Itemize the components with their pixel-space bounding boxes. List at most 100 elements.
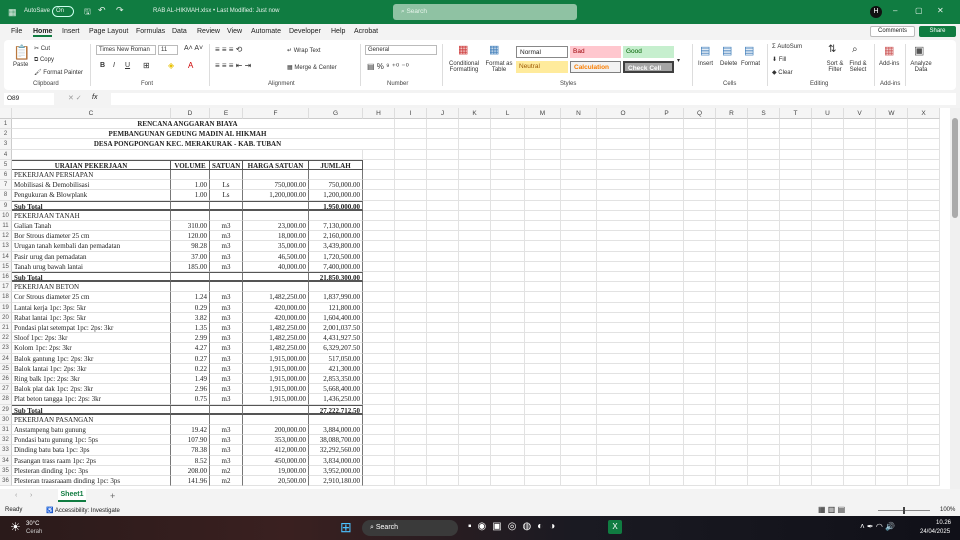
unit-price-cell[interactable]: 412,000.00 bbox=[243, 445, 309, 456]
amount-cell[interactable] bbox=[309, 210, 363, 221]
cell[interactable] bbox=[876, 180, 908, 191]
item-description[interactable]: Tanah urug bawah lantai bbox=[12, 261, 171, 272]
cell[interactable] bbox=[459, 139, 491, 150]
cell[interactable] bbox=[844, 414, 876, 425]
cell[interactable] bbox=[363, 159, 395, 170]
cell[interactable] bbox=[812, 465, 844, 476]
save-icon[interactable]: 🖫 bbox=[84, 6, 91, 20]
cell[interactable] bbox=[597, 435, 650, 446]
cell[interactable] bbox=[650, 394, 684, 405]
cell[interactable] bbox=[525, 363, 561, 374]
unit-cell[interactable] bbox=[210, 414, 243, 425]
unit-price-cell[interactable]: 1,482,250.00 bbox=[243, 323, 309, 334]
menu-help[interactable]: Help bbox=[331, 28, 345, 35]
cell[interactable] bbox=[908, 323, 940, 334]
cell[interactable] bbox=[525, 476, 561, 487]
cell[interactable] bbox=[684, 190, 716, 201]
row-header[interactable]: 9 bbox=[0, 200, 12, 211]
row-header[interactable]: 27 bbox=[0, 384, 12, 395]
cell[interactable] bbox=[491, 129, 525, 140]
cell[interactable] bbox=[844, 129, 876, 140]
cell[interactable] bbox=[844, 190, 876, 201]
cell[interactable] bbox=[844, 374, 876, 385]
cell[interactable] bbox=[491, 404, 525, 415]
cell[interactable] bbox=[812, 241, 844, 252]
item-description[interactable]: Pondasi batu gunung 1pc: 5ps bbox=[12, 435, 171, 446]
cell[interactable] bbox=[597, 170, 650, 181]
cell[interactable] bbox=[363, 241, 395, 252]
row-header[interactable]: 5 bbox=[0, 159, 12, 170]
column-header-m[interactable]: M bbox=[525, 108, 561, 119]
cell[interactable] bbox=[748, 241, 780, 252]
cell[interactable] bbox=[908, 159, 940, 170]
amount-cell[interactable]: 2,853,350.00 bbox=[309, 374, 363, 385]
volume-cell[interactable]: 8.52 bbox=[171, 455, 210, 466]
cell[interactable] bbox=[395, 445, 427, 456]
cell[interactable] bbox=[716, 129, 748, 140]
cell[interactable] bbox=[427, 129, 459, 140]
cell[interactable] bbox=[748, 394, 780, 405]
cell[interactable] bbox=[748, 333, 780, 344]
cell[interactable] bbox=[650, 363, 684, 374]
cell[interactable] bbox=[395, 363, 427, 374]
cell[interactable] bbox=[908, 384, 940, 395]
volume-cell[interactable]: 19.42 bbox=[171, 425, 210, 436]
volume-cell[interactable]: 0.29 bbox=[171, 302, 210, 313]
cell[interactable] bbox=[525, 129, 561, 140]
cell[interactable] bbox=[716, 170, 748, 181]
volume-cell[interactable]: 4.27 bbox=[171, 343, 210, 354]
cell[interactable] bbox=[716, 149, 748, 160]
cell[interactable] bbox=[844, 292, 876, 303]
amount-cell[interactable] bbox=[309, 282, 363, 293]
cell[interactable] bbox=[876, 394, 908, 405]
unit-cell[interactable]: m3 bbox=[210, 343, 243, 354]
pinned-apps-icons[interactable]: ▪◉▣◎◍◐◑ bbox=[468, 521, 561, 532]
subtotal-value[interactable]: 27,222,712.50 bbox=[309, 404, 363, 415]
cell[interactable] bbox=[650, 251, 684, 262]
cell[interactable] bbox=[491, 200, 525, 211]
cell[interactable] bbox=[561, 221, 597, 232]
cell[interactable] bbox=[650, 323, 684, 334]
cell[interactable] bbox=[491, 465, 525, 476]
cell[interactable] bbox=[908, 170, 940, 181]
style-check-cell[interactable]: Check Cell bbox=[623, 61, 674, 73]
cell[interactable] bbox=[780, 241, 812, 252]
volume-cell[interactable]: 0.27 bbox=[171, 353, 210, 364]
cell[interactable] bbox=[395, 261, 427, 272]
cell[interactable] bbox=[908, 414, 940, 425]
cell[interactable] bbox=[395, 221, 427, 232]
cell[interactable] bbox=[525, 465, 561, 476]
amount-cell[interactable]: 3,884,000.00 bbox=[309, 425, 363, 436]
cell[interactable] bbox=[748, 343, 780, 354]
cell[interactable] bbox=[525, 445, 561, 456]
amount-cell[interactable]: 1,200,000.00 bbox=[309, 190, 363, 201]
number-format-icons[interactable]: ▤ % ⁹ ⁺⁰ ⁻⁰ bbox=[367, 62, 409, 71]
cell[interactable] bbox=[363, 200, 395, 211]
cell[interactable] bbox=[459, 323, 491, 334]
cell[interactable] bbox=[427, 241, 459, 252]
cell[interactable] bbox=[491, 231, 525, 242]
cell[interactable] bbox=[844, 333, 876, 344]
amount-cell[interactable]: 3,439,800.00 bbox=[309, 241, 363, 252]
cell[interactable] bbox=[748, 119, 780, 130]
cell[interactable] bbox=[561, 302, 597, 313]
cell[interactable] bbox=[363, 353, 395, 364]
column-header-g[interactable]: G bbox=[309, 108, 363, 119]
cell[interactable] bbox=[597, 159, 650, 170]
cell[interactable] bbox=[716, 221, 748, 232]
column-header-l[interactable]: L bbox=[491, 108, 525, 119]
cell[interactable] bbox=[684, 292, 716, 303]
cell[interactable] bbox=[908, 221, 940, 232]
cell[interactable] bbox=[491, 476, 525, 487]
unit-price-cell[interactable] bbox=[243, 200, 309, 211]
cell[interactable] bbox=[812, 210, 844, 221]
cell[interactable] bbox=[876, 251, 908, 262]
cell[interactable] bbox=[876, 476, 908, 487]
cell[interactable] bbox=[748, 414, 780, 425]
unit-cell[interactable]: m3 bbox=[210, 374, 243, 385]
cell[interactable] bbox=[812, 129, 844, 140]
column-header-e[interactable]: E bbox=[210, 108, 243, 119]
cell[interactable] bbox=[650, 119, 684, 130]
bold-button[interactable]: B bbox=[100, 62, 105, 69]
cell[interactable] bbox=[561, 251, 597, 262]
